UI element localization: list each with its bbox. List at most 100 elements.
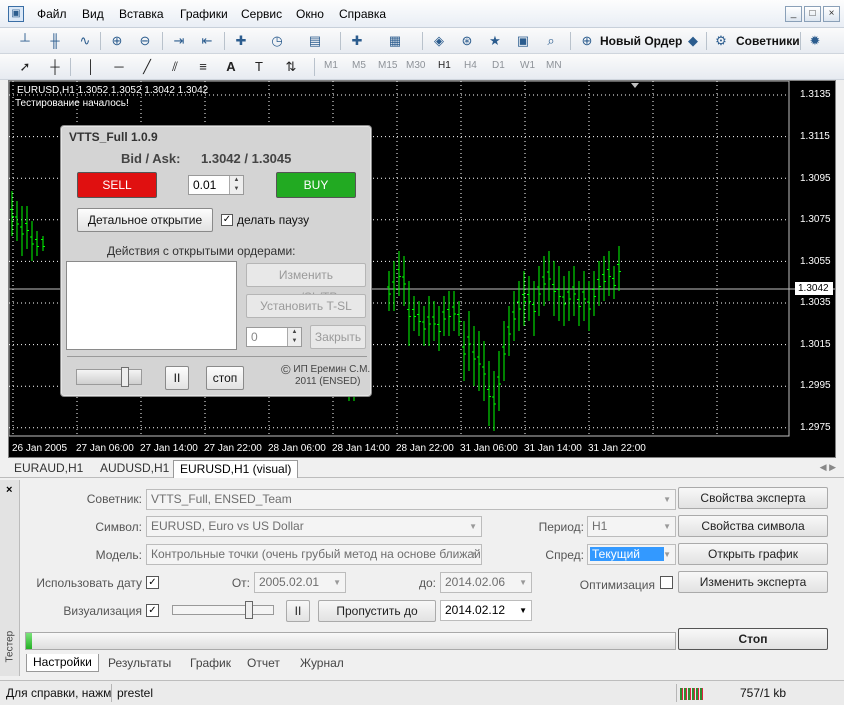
text-label-icon[interactable]: T [248, 57, 270, 77]
open-chart-button[interactable]: Открыть график [678, 543, 828, 565]
tab-scroll-arrows-icon[interactable]: ◀ ▶ [820, 462, 836, 473]
pause-checkbox[interactable]: ✓ [221, 214, 233, 226]
candlestick-icon[interactable]: ╫ [44, 31, 66, 51]
lot-size-stepper[interactable]: 0.01 ▲ ▼ [188, 175, 244, 195]
new-order-icon[interactable]: ⊕ [576, 31, 598, 51]
timeframe-m1[interactable]: M1 [324, 60, 338, 71]
profiles-icon[interactable]: ▦ [384, 31, 406, 51]
strategy-tester-icon[interactable]: ⌕ [540, 31, 562, 51]
slider-thumb[interactable] [245, 601, 253, 619]
timeframe-h1[interactable]: H1 [438, 60, 451, 71]
to-date-picker[interactable]: 2014.02.06 ▼ [440, 572, 532, 593]
stop-test-button[interactable]: Стоп [678, 628, 828, 650]
menu-charts[interactable]: Графики [180, 7, 228, 21]
use-date-checkbox[interactable]: ✓ [146, 576, 159, 589]
timeframe-mn[interactable]: MN [546, 60, 562, 71]
spin-arrows-icon[interactable]: ▲ ▼ [287, 328, 301, 346]
tab-graph[interactable]: График [190, 656, 231, 670]
skip-to-button[interactable]: Пропустить до [318, 600, 436, 622]
tab-report[interactable]: Отчет [247, 656, 280, 670]
open-orders-list[interactable] [66, 261, 237, 350]
timeframe-m15[interactable]: M15 [378, 60, 397, 71]
timeframe-m5[interactable]: M5 [352, 60, 366, 71]
tab-journal[interactable]: Журнал [300, 656, 344, 670]
symbol-properties-button[interactable]: Свойства символа [678, 515, 828, 537]
templates-icon[interactable]: ▤ [304, 31, 326, 51]
tab-eurusd-visual[interactable]: EURUSD,H1 (visual) [173, 460, 299, 478]
metaeditor-icon[interactable]: ◆ [682, 31, 704, 51]
tab-settings[interactable]: Настройки [26, 654, 99, 672]
panel-stop-button[interactable]: стоп [206, 366, 244, 390]
market-watch-icon[interactable]: ◈ [428, 31, 450, 51]
toolbar-separator [162, 32, 163, 50]
equidistant-channel-icon[interactable]: ⫽ [164, 57, 186, 77]
timeframe-d1[interactable]: D1 [492, 60, 505, 71]
panel-pause-button[interactable]: II [165, 366, 189, 390]
spread-select[interactable]: Текущий ▼ [587, 544, 676, 565]
period-select[interactable]: H1 ▼ [587, 516, 676, 537]
cursor-icon[interactable]: ➚ [14, 57, 36, 77]
autoscroll-icon[interactable]: ⇥ [168, 31, 190, 51]
navigator-icon[interactable]: ⊛ [456, 31, 478, 51]
sell-button[interactable]: SELL [77, 172, 157, 198]
minimize-button[interactable]: _ [785, 6, 802, 22]
close-button[interactable]: × [823, 6, 840, 22]
periods-clock-icon[interactable]: ◷ [266, 31, 288, 51]
close-order-button[interactable]: Закрыть [310, 325, 366, 349]
tester-pause-button[interactable]: II [286, 600, 310, 622]
model-select[interactable]: Контрольные точки (очень грубый метод на… [146, 544, 482, 565]
terminal-icon[interactable]: ▣ [512, 31, 534, 51]
close-icon[interactable]: × [6, 484, 12, 496]
menu-insert[interactable]: Вставка [119, 7, 164, 21]
visualization-checkbox[interactable]: ✓ [146, 604, 159, 617]
chart-shift-icon[interactable]: ⇤ [196, 31, 218, 51]
maximize-button[interactable]: □ [804, 6, 821, 22]
text-icon[interactable]: A [220, 57, 242, 77]
horizontal-line-icon[interactable]: ─ [108, 57, 130, 77]
menu-view[interactable]: Вид [82, 7, 104, 21]
from-date-picker[interactable]: 2005.02.01 ▼ [254, 572, 346, 593]
tab-results[interactable]: Результаты [108, 656, 171, 670]
skip-to-date-picker[interactable]: 2014.02.12 ▼ [440, 600, 532, 621]
optimization-checkbox[interactable] [660, 576, 673, 589]
new-chart-icon[interactable]: ✚ [346, 31, 368, 51]
timeframe-w1[interactable]: W1 [520, 60, 535, 71]
timeframe-h4[interactable]: H4 [464, 60, 477, 71]
crosshair-icon[interactable]: ┼ [44, 57, 66, 77]
menu-tools[interactable]: Сервис [241, 7, 282, 21]
set-trailing-stop-button[interactable]: Установить T-SL [246, 294, 366, 318]
buy-button[interactable]: BUY [276, 172, 356, 198]
tab-euraud[interactable]: EURAUD,H1 [8, 460, 89, 478]
visual-speed-slider[interactable] [172, 601, 274, 619]
trendline-icon[interactable]: ╱ [136, 57, 158, 77]
menu-window[interactable]: Окно [296, 7, 324, 21]
zoom-out-icon[interactable]: ⊖ [134, 31, 156, 51]
slider-thumb[interactable] [121, 367, 129, 387]
options-gear-icon[interactable]: ✹ [804, 31, 826, 51]
close-lots-value: 0 [251, 330, 258, 344]
close-lots-stepper[interactable]: 0 ▲ ▼ [246, 327, 302, 347]
menu-help[interactable]: Справка [339, 7, 386, 21]
symbol-select[interactable]: EURUSD, Euro vs US Dollar ▼ [146, 516, 482, 537]
timeframe-m30[interactable]: M30 [406, 60, 425, 71]
line-chart-icon[interactable]: ∿ [74, 31, 96, 51]
modify-expert-button[interactable]: Изменить эксперта [678, 571, 828, 593]
speed-slider[interactable] [76, 367, 142, 387]
arrows-icon[interactable]: ⇅ [280, 57, 302, 77]
tab-audusd[interactable]: AUDUSD,H1 [94, 460, 175, 478]
new-order-button[interactable]: Новый Ордер [600, 34, 682, 48]
expert-properties-button[interactable]: Свойства эксперта [678, 487, 828, 509]
bar-chart-icon[interactable]: ┴ [14, 31, 36, 51]
vertical-line-icon[interactable]: │ [80, 57, 102, 77]
fibonacci-icon[interactable]: ≡ [192, 57, 214, 77]
experts-button[interactable]: Советники [736, 34, 800, 48]
spin-arrows-icon[interactable]: ▲ ▼ [229, 176, 243, 194]
detailed-open-button[interactable]: Детальное открытие [77, 208, 213, 232]
menu-file[interactable]: Файл [37, 7, 67, 21]
expert-select[interactable]: VTTS_Full, ENSED_Team ▼ [146, 489, 676, 510]
modify-price-sl-tp-button[interactable]: Изменить цену/SL/TP [246, 263, 366, 304]
zoom-in-icon[interactable]: ⊕ [106, 31, 128, 51]
favorites-star-icon[interactable]: ★ [484, 31, 506, 51]
experts-icon[interactable]: ⚙ [710, 31, 732, 51]
indicators-icon[interactable]: ✚ [230, 31, 252, 51]
